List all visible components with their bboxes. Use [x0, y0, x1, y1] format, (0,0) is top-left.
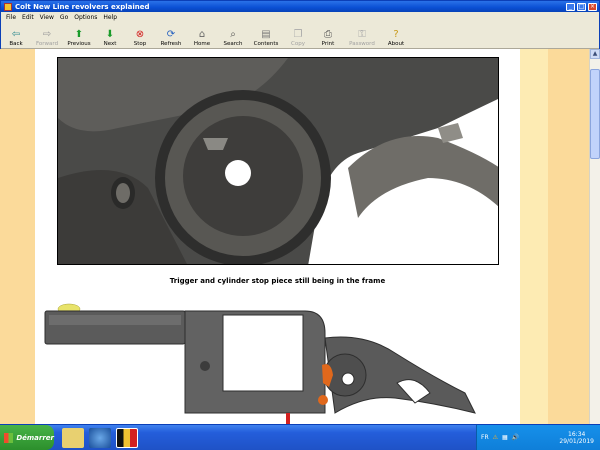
frame-photo-image	[58, 58, 498, 264]
back-button[interactable]: ⇦ Back	[1, 23, 31, 47]
close-button[interactable]: ×	[588, 2, 597, 11]
language-indicator[interactable]: FR	[481, 434, 489, 441]
system-tray: FR ⚠ ▦ 🔊 16:34 29/01/2019	[476, 425, 600, 450]
contents-icon: ▤	[261, 29, 271, 40]
start-label: Démarrer	[16, 433, 54, 442]
next-button[interactable]: ⬇ Next	[95, 23, 125, 47]
minimize-button[interactable]: _	[566, 2, 575, 11]
menu-go[interactable]: Go	[57, 14, 71, 21]
vertical-scrollbar[interactable]: ▲	[589, 49, 600, 424]
copy-label: Copy	[291, 41, 305, 47]
title-bar: Colt New Line revolvers explained _ □ ×	[1, 1, 599, 12]
about-button[interactable]: ? About	[381, 23, 411, 47]
search-icon: ⌕	[230, 29, 236, 40]
home-button[interactable]: ⌂ Home	[187, 23, 217, 47]
up-arrow-icon: ⬆	[74, 29, 84, 40]
password-label: Password	[349, 41, 375, 47]
back-label: Back	[9, 41, 23, 47]
taskbar: Démarrer FR ⚠ ▦ 🔊 16:34 29/01/2019	[0, 425, 600, 450]
about-icon: ?	[393, 29, 399, 40]
window-title: Colt New Line revolvers explained	[15, 2, 150, 11]
previous-button[interactable]: ⬆ Previous	[63, 23, 95, 47]
printer-icon: ⎙	[324, 29, 332, 40]
clock-time: 16:34	[568, 430, 586, 438]
menu-file[interactable]: File	[3, 14, 19, 21]
maximize-button[interactable]: □	[577, 2, 586, 11]
network-icon[interactable]: ▦	[502, 434, 508, 441]
stop-button[interactable]: ⊗ Stop	[125, 23, 155, 47]
page-body: Trigger and cylinder stop piece still be…	[35, 49, 520, 424]
search-button[interactable]: ⌕ Search	[217, 23, 249, 47]
home-label: Home	[193, 41, 211, 47]
scroll-up-button[interactable]: ▲	[590, 49, 600, 59]
revolver-diagram-image	[44, 303, 476, 424]
password-button[interactable]: ⚿ Password	[343, 23, 381, 47]
forward-button[interactable]: ⇨ Forward	[31, 23, 63, 47]
key-icon: ⚿	[358, 29, 366, 40]
menu-edit[interactable]: Edit	[19, 14, 37, 21]
browser-icon[interactable]	[89, 427, 111, 448]
start-button[interactable]: Démarrer	[0, 425, 54, 450]
back-arrow-icon: ⇦	[11, 29, 21, 40]
clock[interactable]: 16:34 29/01/2019	[559, 431, 600, 445]
notification-icon[interactable]: ⚠	[493, 434, 498, 441]
menu-options[interactable]: Options	[71, 14, 100, 21]
copy-button[interactable]: ❐ Copy	[283, 23, 313, 47]
menu-help[interactable]: Help	[100, 14, 120, 21]
app-icon	[4, 2, 12, 11]
quick-launch	[62, 427, 138, 448]
forward-arrow-icon: ⇨	[42, 29, 52, 40]
contents-button[interactable]: ▤ Contents	[249, 23, 283, 47]
down-arrow-icon: ⬇	[105, 29, 115, 40]
forward-label: Forward	[35, 41, 59, 47]
windows-logo-icon	[4, 432, 14, 443]
folder-icon[interactable]	[62, 427, 84, 448]
copy-icon: ❐	[293, 29, 303, 40]
about-label: About	[387, 41, 405, 47]
home-icon: ⌂	[198, 29, 206, 40]
menu-view[interactable]: View	[37, 14, 57, 21]
scroll-thumb[interactable]	[590, 69, 600, 159]
search-label: Search	[223, 41, 243, 47]
refresh-icon: ⟳	[166, 29, 176, 40]
menu-bar: File Edit View Go Options Help	[1, 12, 599, 23]
content-area: Trigger and cylinder stop piece still be…	[0, 49, 589, 424]
previous-label: Previous	[67, 41, 91, 47]
print-button[interactable]: ⎙ Print	[313, 23, 343, 47]
refresh-label: Refresh	[160, 41, 182, 47]
frame-photo	[57, 57, 499, 265]
contents-label: Contents	[253, 41, 279, 47]
right-stripe	[520, 49, 548, 424]
photo-caption: Trigger and cylinder stop piece still be…	[169, 277, 386, 285]
toolbar: ⇦ Back ⇨ Forward ⬆ Previous ⬇ Next ⊗ Sto…	[1, 23, 599, 49]
stop-label: Stop	[133, 41, 147, 47]
clock-date: 29/01/2019	[559, 437, 594, 445]
refresh-button[interactable]: ⟳ Refresh	[155, 23, 187, 47]
stop-icon: ⊗	[135, 29, 145, 40]
belgian-app-icon[interactable]	[116, 427, 138, 448]
volume-icon[interactable]: 🔊	[512, 434, 519, 441]
print-label: Print	[321, 41, 335, 47]
next-label: Next	[103, 41, 117, 47]
revolver-diagram	[35, 303, 520, 424]
